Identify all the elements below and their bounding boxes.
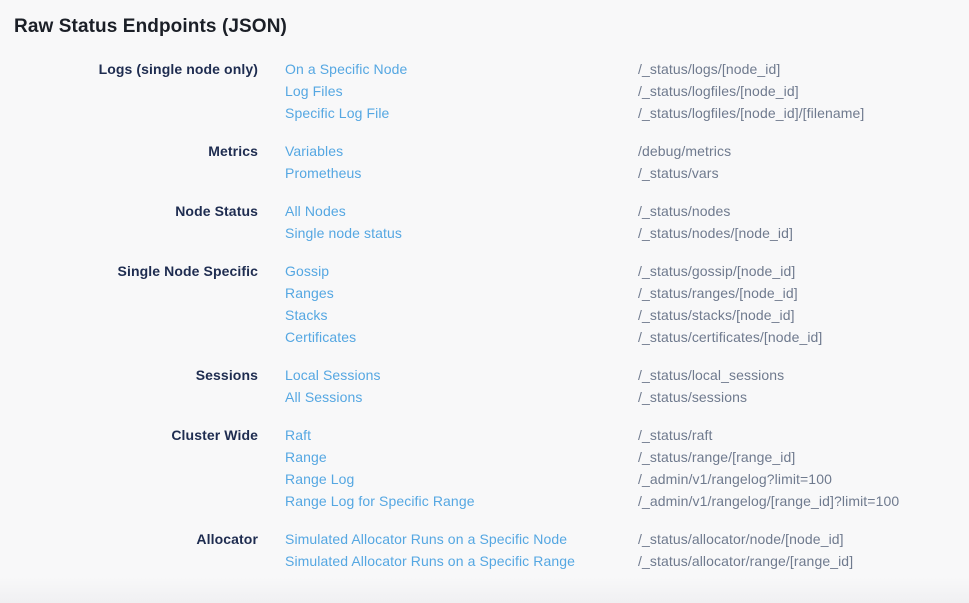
endpoint-path: /debug/metrics bbox=[638, 140, 955, 162]
endpoint-path: /_status/gossip/[node_id] bbox=[638, 260, 955, 282]
endpoint-path: /_admin/v1/rangelog?limit=100 bbox=[638, 468, 955, 490]
endpoint-group: Metrics VariablesPrometheus/debug/metrics… bbox=[14, 140, 955, 184]
endpoint-link[interactable]: Local Sessions bbox=[285, 364, 381, 386]
endpoint-category: Allocator bbox=[14, 528, 258, 550]
endpoint-path: /_status/nodes/[node_id] bbox=[638, 222, 955, 244]
endpoint-link[interactable]: Log Files bbox=[285, 80, 343, 102]
endpoint-group: Single Node Specific GossipRangesStacksCe… bbox=[14, 260, 955, 348]
endpoint-link[interactable]: Certificates bbox=[285, 326, 356, 348]
endpoint-path: /_status/range/[range_id] bbox=[638, 446, 955, 468]
endpoint-link-list: All NodesSingle node status bbox=[285, 200, 638, 244]
endpoint-path-list: /_status/raft/_status/range/[range_id]/_… bbox=[638, 424, 955, 512]
endpoint-link[interactable]: Gossip bbox=[285, 260, 329, 282]
endpoint-link[interactable]: Range Log for Specific Range bbox=[285, 490, 475, 512]
debug-endpoints-page: Raw Status Endpoints (JSON) Logs (single… bbox=[0, 0, 969, 603]
endpoint-link[interactable]: Single node status bbox=[285, 222, 402, 244]
endpoint-group: Node StatusAll NodesSingle node status/_… bbox=[14, 200, 955, 244]
endpoint-path: /_status/raft bbox=[638, 424, 955, 446]
endpoint-path: /_status/certificates/[node_id] bbox=[638, 326, 955, 348]
endpoint-path: /_status/local_sessions bbox=[638, 364, 955, 386]
endpoint-path-list: /_status/logs/[node_id]/_status/logfiles… bbox=[638, 58, 955, 124]
endpoint-path-list: /_status/gossip/[node_id]/_status/ranges… bbox=[638, 260, 955, 348]
endpoint-path: /_status/stacks/[node_id] bbox=[638, 304, 955, 326]
endpoint-link-list: Simulated Allocator Runs on a Specific N… bbox=[285, 528, 638, 572]
endpoint-path: /_status/logfiles/[node_id]/[filename] bbox=[638, 102, 955, 124]
endpoint-link-list: VariablesPrometheus bbox=[285, 140, 638, 184]
endpoint-path-list: /_status/nodes/_status/nodes/[node_id] bbox=[638, 200, 955, 244]
endpoint-link[interactable]: Raft bbox=[285, 424, 311, 446]
endpoint-link[interactable]: Ranges bbox=[285, 282, 334, 304]
endpoint-path: /_status/logfiles/[node_id] bbox=[638, 80, 955, 102]
endpoint-category: Sessions bbox=[14, 364, 258, 386]
endpoint-group: SessionsLocal SessionsAll Sessions/_stat… bbox=[14, 364, 955, 408]
endpoint-path-list: /debug/metrics/_status/vars bbox=[638, 140, 955, 184]
endpoint-link[interactable]: Range Log bbox=[285, 468, 354, 490]
endpoint-path: /_status/allocator/range/[range_id] bbox=[638, 550, 955, 572]
endpoint-group: Cluster Wide RaftRangeRange LogRange Log … bbox=[14, 424, 955, 512]
endpoint-path: /_status/vars bbox=[638, 162, 955, 184]
endpoint-link[interactable]: On a Specific Node bbox=[285, 58, 407, 80]
endpoint-path: /_status/ranges/[node_id] bbox=[638, 282, 955, 304]
endpoint-link[interactable]: Specific Log File bbox=[285, 102, 389, 124]
endpoint-category: Cluster Wide bbox=[14, 424, 258, 446]
endpoint-path-list: /_status/allocator/node/[node_id]/_statu… bbox=[638, 528, 955, 572]
endpoint-group: Logs (single node only) On a Specific Nod… bbox=[14, 58, 955, 124]
endpoint-link[interactable]: All Sessions bbox=[285, 386, 362, 408]
endpoint-category: Metrics bbox=[14, 140, 258, 162]
endpoint-sections: Logs (single node only) On a Specific Nod… bbox=[14, 58, 955, 572]
page-title: Raw Status Endpoints (JSON) bbox=[14, 15, 955, 39]
endpoint-link[interactable]: Simulated Allocator Runs on a Specific R… bbox=[285, 550, 575, 572]
endpoint-link[interactable]: Range bbox=[285, 446, 327, 468]
endpoint-path: /_status/nodes bbox=[638, 200, 955, 222]
endpoint-link-list: GossipRangesStacksCertificates bbox=[285, 260, 638, 348]
endpoint-link[interactable]: Prometheus bbox=[285, 162, 361, 184]
endpoint-path: /_status/allocator/node/[node_id] bbox=[638, 528, 955, 550]
endpoint-link-list: On a Specific NodeLog FilesSpecific Log … bbox=[285, 58, 638, 124]
endpoint-category: Single Node Specific bbox=[14, 260, 258, 282]
endpoint-category: Node Status bbox=[14, 200, 258, 222]
endpoint-path-list: /_status/local_sessions/_status/sessions bbox=[638, 364, 955, 408]
endpoint-link-list: RaftRangeRange LogRange Log for Specific… bbox=[285, 424, 638, 512]
endpoint-link[interactable]: Stacks bbox=[285, 304, 328, 326]
endpoint-link[interactable]: Simulated Allocator Runs on a Specific N… bbox=[285, 528, 567, 550]
endpoint-link-list: Local SessionsAll Sessions bbox=[285, 364, 638, 408]
endpoint-link[interactable]: All Nodes bbox=[285, 200, 346, 222]
endpoint-group: Allocator Simulated Allocator Runs on a S… bbox=[14, 528, 955, 572]
endpoint-category: Logs (single node only) bbox=[14, 58, 258, 80]
endpoint-path: /_status/logs/[node_id] bbox=[638, 58, 955, 80]
endpoint-path: /_status/sessions bbox=[638, 386, 955, 408]
endpoint-link[interactable]: Variables bbox=[285, 140, 343, 162]
endpoint-path: /_admin/v1/rangelog/[range_id]?limit=100 bbox=[638, 490, 955, 512]
